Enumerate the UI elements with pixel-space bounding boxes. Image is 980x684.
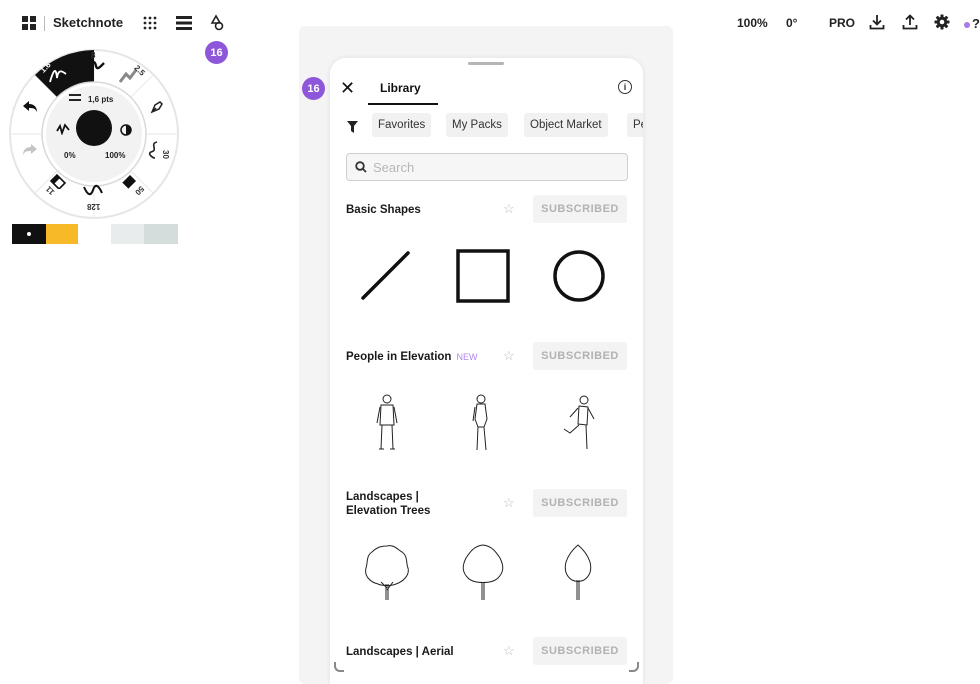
favorite-star-icon[interactable]: ☆	[503, 201, 515, 217]
document-title[interactable]: Sketchnote	[53, 15, 123, 30]
section-title-aerial: Landscapes | Aerial	[346, 646, 454, 658]
nib-pen-icon[interactable]	[149, 99, 165, 115]
section-title-elevation-trees: Landscapes | Elevation Trees	[346, 490, 430, 518]
person-walking-thumbnail[interactable]	[372, 393, 402, 455]
favorite-star-icon[interactable]: ☆	[503, 643, 515, 659]
right-size-label: 30	[160, 150, 170, 159]
subscribed-button[interactable]: SUBSCRIBED	[533, 637, 627, 665]
info-icon[interactable]: i	[618, 80, 632, 94]
library-panel: ✕ Library i Favorites My Packs Object Ma…	[330, 58, 643, 684]
pro-button[interactable]: PRO	[829, 16, 855, 30]
color-swatch-gray[interactable]	[144, 224, 178, 244]
settings-gear-icon[interactable]	[934, 14, 950, 30]
search-field[interactable]	[346, 153, 628, 181]
resize-corner-left[interactable]	[334, 662, 344, 672]
panel-badge: 16	[302, 77, 325, 100]
person-woman-thumbnail[interactable]	[469, 393, 493, 455]
grid-dots-icon[interactable]	[143, 16, 157, 30]
search-input[interactable]	[371, 158, 615, 176]
zoom-level[interactable]: 100%	[737, 16, 768, 30]
stroke-width-icon	[69, 94, 81, 102]
smoothing-icon[interactable]	[56, 123, 70, 135]
section-title-basic-shapes: Basic Shapes	[346, 204, 421, 216]
layers-icon[interactable]	[176, 16, 192, 30]
status-dot	[964, 22, 970, 28]
fineliner-icon[interactable]	[48, 66, 68, 84]
selected-dot	[27, 232, 31, 236]
opacity-icon[interactable]	[120, 124, 132, 136]
chip-overflow[interactable]: Pe	[627, 113, 643, 137]
chip-object-market[interactable]: Object Market	[524, 113, 608, 137]
stroke-size-label: 1,6 pts	[88, 95, 114, 104]
tree-oval-thumbnail[interactable]	[458, 542, 508, 602]
person-running-thumbnail[interactable]	[560, 393, 600, 455]
bottom-size-label: 128	[87, 202, 101, 211]
chip-my-packs[interactable]: My Packs	[446, 113, 508, 137]
import-icon[interactable]	[869, 14, 885, 30]
pen-tool-icon[interactable]	[85, 60, 105, 72]
tool-wheel[interactable]	[8, 48, 180, 225]
pen-size-label: 8	[91, 51, 96, 60]
favorite-star-icon[interactable]: ☆	[503, 348, 515, 364]
export-icon[interactable]	[902, 14, 918, 30]
color-swatch-yellow[interactable]	[46, 224, 78, 244]
chip-favorites[interactable]: Favorites	[372, 113, 432, 137]
subscribed-button[interactable]: SUBSCRIBED	[533, 195, 627, 223]
panel-drag-handle[interactable]	[468, 62, 504, 65]
tab-library[interactable]: Library	[380, 81, 421, 95]
filter-icon[interactable]	[347, 120, 358, 138]
line-shape-thumbnail[interactable]	[358, 248, 414, 304]
shapes-library-icon[interactable]	[209, 14, 225, 32]
wave-brush-icon[interactable]	[83, 184, 103, 196]
circle-shape-thumbnail[interactable]	[551, 248, 607, 304]
section-title-line2: Elevation Trees	[346, 505, 431, 517]
undo-icon[interactable]	[22, 100, 38, 114]
toolbar-divider	[44, 16, 45, 31]
tree-narrow-thumbnail[interactable]	[560, 542, 596, 602]
layout-grid-icon[interactable]	[22, 16, 36, 30]
redo-icon[interactable]	[22, 143, 38, 157]
notification-badge: 16	[205, 41, 228, 64]
tree-round-thumbnail[interactable]	[362, 542, 412, 602]
resize-corner-right[interactable]	[629, 662, 639, 672]
square-shape-thumbnail[interactable]	[455, 248, 511, 304]
close-icon[interactable]: ✕	[340, 78, 355, 99]
search-icon	[355, 161, 367, 173]
active-tab-indicator	[368, 103, 438, 105]
favorite-star-icon[interactable]: ☆	[503, 495, 515, 511]
brush-stroke-icon[interactable]	[147, 140, 161, 160]
color-swatch-black[interactable]	[12, 224, 46, 244]
opacity-max-label: 100%	[105, 151, 126, 160]
section-title-line1: Landscapes |	[346, 491, 419, 503]
section-title-people: People in Elevation NEW	[346, 350, 477, 364]
rotation-level[interactable]: 0°	[786, 16, 797, 30]
subscribed-button[interactable]: SUBSCRIBED	[533, 489, 627, 517]
opacity-min-label: 0%	[64, 151, 76, 160]
new-badge: NEW	[456, 352, 478, 362]
section-title-people-label: People in Elevation	[346, 351, 452, 363]
subscribed-button[interactable]: SUBSCRIBED	[533, 342, 627, 370]
color-swatch-light-gray[interactable]	[111, 224, 144, 244]
help-button[interactable]: ?	[972, 16, 980, 31]
